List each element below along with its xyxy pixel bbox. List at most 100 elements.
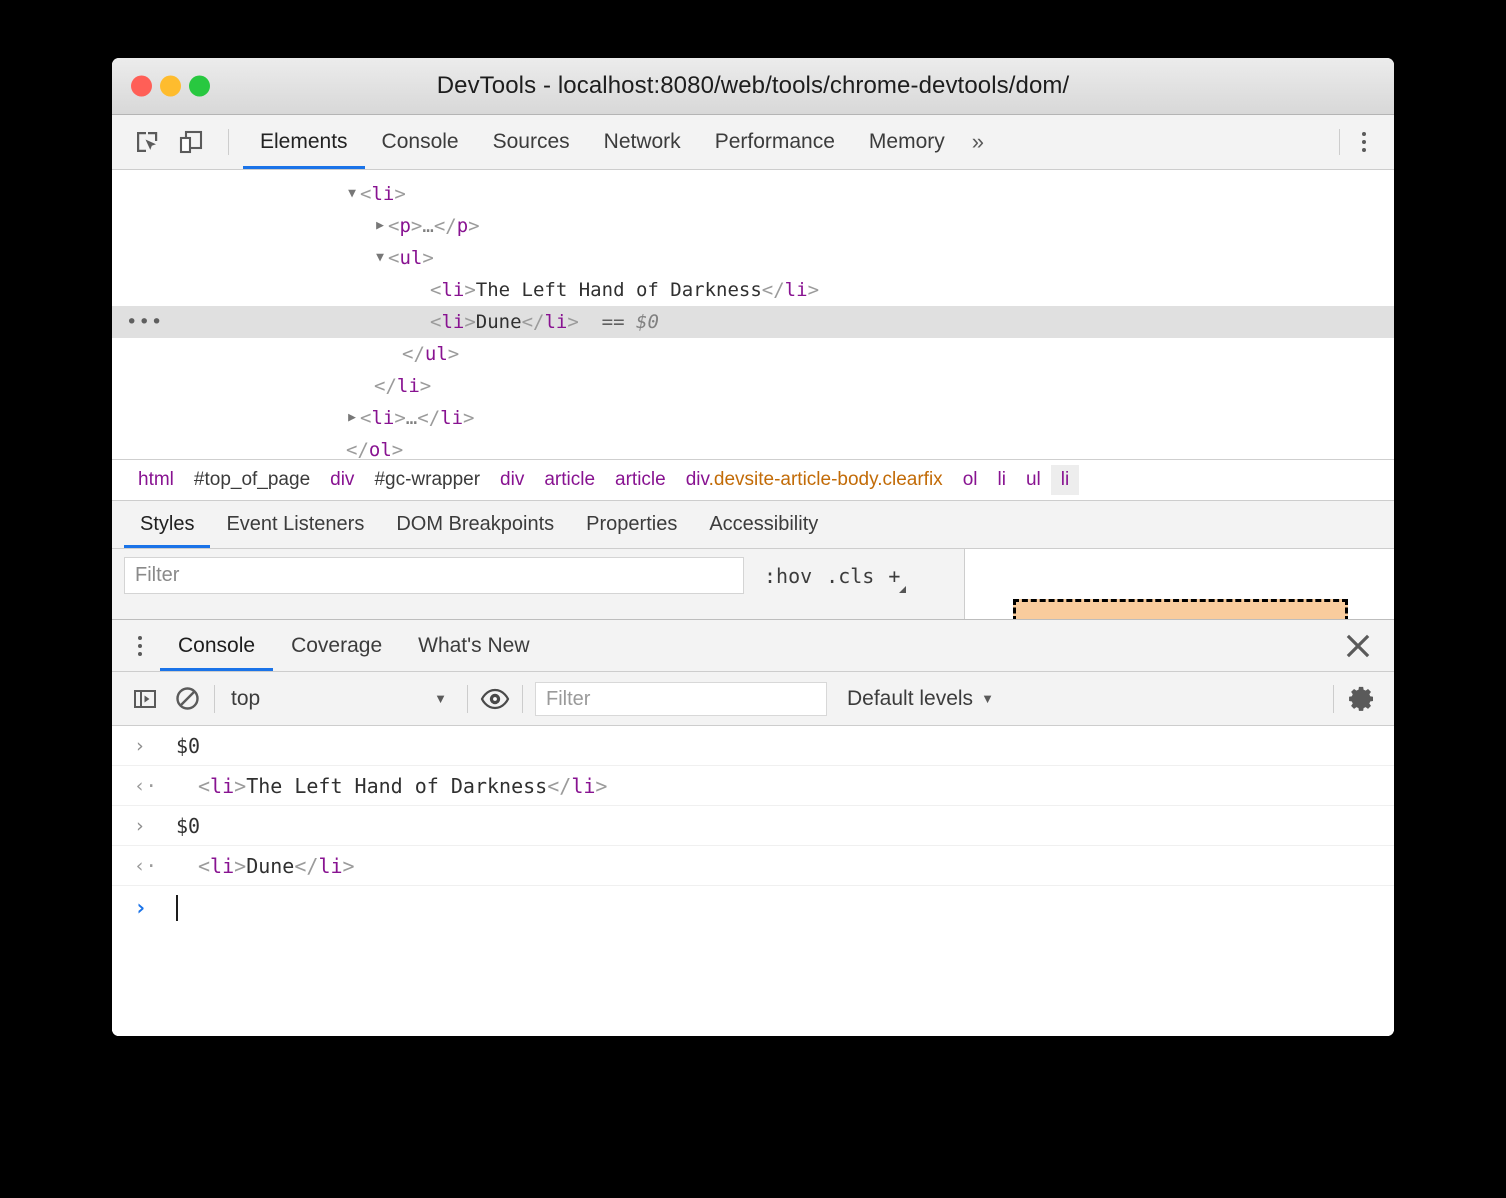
dom-tree-row[interactable]: ••• ▶</ul> bbox=[112, 338, 1394, 370]
code-token-brk: </ bbox=[294, 853, 319, 878]
console-toolbar: top ▼ Filter Default levels ▼ bbox=[112, 672, 1394, 726]
console-prompt[interactable]: › bbox=[112, 886, 1394, 930]
styles-toggle-group: :hov .cls + bbox=[750, 557, 914, 594]
dom-tree-row[interactable]: •••▶<li>The Left Hand of Darkness</li> bbox=[112, 274, 1394, 306]
code-token-tag: li bbox=[441, 311, 465, 333]
tab-styles[interactable]: Styles bbox=[124, 501, 211, 548]
more-tabs-chevron-icon[interactable]: » bbox=[962, 115, 994, 169]
live-expression-eye-icon[interactable] bbox=[480, 684, 510, 714]
drawer-close-button[interactable] bbox=[1344, 620, 1394, 671]
tab-console[interactable]: Console bbox=[365, 115, 476, 169]
zoom-window-button[interactable] bbox=[189, 75, 210, 97]
new-style-rule-button[interactable]: + bbox=[888, 566, 907, 593]
tab-dom-breakpoints[interactable]: DOM Breakpoints bbox=[380, 501, 570, 548]
console-log-levels-select[interactable]: Default levels ▼ bbox=[839, 687, 994, 711]
code-token-txt: The Left Hand of Darkness bbox=[475, 279, 762, 301]
console-prompt-chevron-icon: › bbox=[134, 895, 148, 921]
console-context-select[interactable]: top ▼ bbox=[227, 687, 455, 711]
code-token-brk: < bbox=[360, 407, 372, 429]
drawer-tab-whats-new-label: What's New bbox=[418, 633, 530, 657]
breadcrumb-item-li-9[interactable]: li bbox=[987, 465, 1015, 495]
chevron-down-icon: ▼ bbox=[434, 691, 447, 706]
tab-elements-label: Elements bbox=[260, 130, 348, 153]
breadcrumb-item-div-7[interactable]: div.devsite-article-body.clearfix bbox=[676, 465, 953, 495]
breadcrumb-item-li-11[interactable]: li bbox=[1050, 465, 1080, 495]
breadcrumb-item-article-6[interactable]: article bbox=[605, 465, 676, 495]
breadcrumb-item-topofpage-1[interactable]: #top_of_page bbox=[184, 465, 320, 495]
tab-performance[interactable]: Performance bbox=[698, 115, 852, 169]
breadcrumb-item-html-0[interactable]: html bbox=[128, 465, 184, 495]
tab-sources-label: Sources bbox=[492, 130, 570, 153]
tab-memory[interactable]: Memory bbox=[852, 115, 962, 169]
breadcrumb-item-article-5[interactable]: article bbox=[534, 465, 605, 495]
drawer-tab-whats-new[interactable]: What's New bbox=[400, 620, 547, 671]
inspect-element-icon[interactable] bbox=[132, 127, 162, 157]
console-result-message[interactable]: ‹· <li>The Left Hand of Darkness</li> bbox=[112, 766, 1394, 806]
clear-console-icon[interactable] bbox=[172, 684, 202, 714]
dom-row-ellipsis-badge: ••• bbox=[126, 402, 152, 434]
breadcrumb-item-gcwrapper-3[interactable]: #gc-wrapper bbox=[364, 465, 490, 495]
console-output[interactable]: › $0 ‹· <li>The Left Hand of Darkness</li> ›… bbox=[112, 726, 1394, 1036]
dom-row-ellipsis-badge[interactable]: ••• bbox=[126, 306, 162, 338]
expand-arrow-open-icon[interactable]: ▼ bbox=[372, 242, 388, 274]
close-window-button[interactable] bbox=[131, 75, 152, 97]
dom-tree-row[interactable]: •••▶<li>…</li> bbox=[112, 402, 1394, 434]
settings-gear-icon[interactable] bbox=[1348, 684, 1378, 714]
tab-elements[interactable]: Elements bbox=[243, 115, 365, 169]
tab-accessibility[interactable]: Accessibility bbox=[693, 501, 834, 548]
drawer-more-options-kebab-icon[interactable] bbox=[126, 631, 154, 661]
dom-tree-row[interactable]: ••• ▶</li> bbox=[112, 370, 1394, 402]
code-token-txt: The Left Hand of Darkness bbox=[246, 773, 548, 798]
breadcrumb-item-ul-10[interactable]: ul bbox=[1016, 465, 1051, 495]
toolbar-right-group bbox=[1339, 115, 1394, 169]
code-token-tag: li bbox=[544, 311, 568, 333]
tab-properties[interactable]: Properties bbox=[570, 501, 693, 548]
drawer-tab-console[interactable]: Console bbox=[160, 620, 274, 671]
code-token-brk: > bbox=[447, 343, 460, 365]
dom-tree-row[interactable]: ••• ▼<ul> bbox=[112, 242, 1394, 274]
tab-sources[interactable]: Sources bbox=[476, 115, 587, 169]
expand-arrow-closed-icon[interactable]: ▶ bbox=[372, 210, 388, 242]
code-token-tag: li bbox=[210, 853, 235, 878]
dom-tree-row[interactable]: ••• ▼<li> bbox=[112, 178, 1394, 210]
dom-tree-row[interactable]: ••• ▶</ol> bbox=[112, 434, 1394, 459]
expand-arrow-placeholder: ▶ bbox=[386, 338, 402, 370]
breadcrumb-item-div-2[interactable]: div bbox=[320, 465, 364, 495]
code-token-brk: > bbox=[234, 853, 247, 878]
styles-filter-input[interactable]: Filter bbox=[124, 557, 744, 594]
console-context-value: top bbox=[231, 686, 261, 710]
console-filter-input[interactable]: Filter bbox=[535, 681, 827, 716]
tab-console-label: Console bbox=[381, 130, 459, 153]
dom-row-ellipsis-badge: ••• bbox=[126, 338, 152, 370]
code-token-brk: > bbox=[464, 279, 476, 301]
code-token-tag: ul bbox=[399, 247, 423, 269]
console-sidebar-toggle-icon[interactable] bbox=[130, 684, 160, 714]
code-token-txt: $0 bbox=[176, 733, 201, 758]
code-token-brk: < bbox=[430, 311, 442, 333]
code-token-brk: > bbox=[567, 311, 579, 333]
toggle-cls-button[interactable]: .cls bbox=[826, 564, 874, 588]
breadcrumb-item-div-4[interactable]: div bbox=[490, 465, 534, 495]
device-toolbar-icon[interactable] bbox=[176, 127, 206, 157]
code-token-brk: </ bbox=[433, 215, 457, 237]
toggle-hov-button[interactable]: :hov bbox=[764, 564, 812, 588]
breadcrumb[interactable]: html #top_of_page div #gc-wrapper div article… bbox=[112, 459, 1394, 500]
expand-arrow-closed-icon[interactable]: ▶ bbox=[344, 402, 360, 434]
breadcrumb-item-ol-8[interactable]: ol bbox=[953, 465, 988, 495]
code-token-brk: </ bbox=[374, 375, 397, 397]
tab-network[interactable]: Network bbox=[587, 115, 698, 169]
code-token-dollar: $0 bbox=[624, 311, 659, 333]
drawer-tab-coverage[interactable]: Coverage bbox=[273, 620, 400, 671]
dom-tree-row-selected[interactable]: •••▶<li>Dune</li> == $0 bbox=[112, 306, 1394, 338]
dom-tree-row[interactable]: •••▶<p>…</p> bbox=[112, 210, 1394, 242]
minimize-window-button[interactable] bbox=[160, 75, 181, 97]
console-input-message[interactable]: › $0 bbox=[112, 806, 1394, 846]
more-options-kebab-icon[interactable] bbox=[1350, 127, 1378, 157]
tab-event-listeners[interactable]: Event Listeners bbox=[210, 501, 380, 548]
expand-arrow-open-icon[interactable]: ▼ bbox=[344, 178, 360, 210]
console-input-message[interactable]: › $0 bbox=[112, 726, 1394, 766]
console-result-message[interactable]: ‹· <li>Dune</li> bbox=[112, 846, 1394, 886]
tab-memory-label: Memory bbox=[868, 130, 945, 153]
code-token-txt: $0 bbox=[176, 813, 201, 838]
dom-tree[interactable]: •••▼<li>•••▶<p>…</p>•••▼<ul>•••▶<li>The … bbox=[112, 170, 1394, 459]
